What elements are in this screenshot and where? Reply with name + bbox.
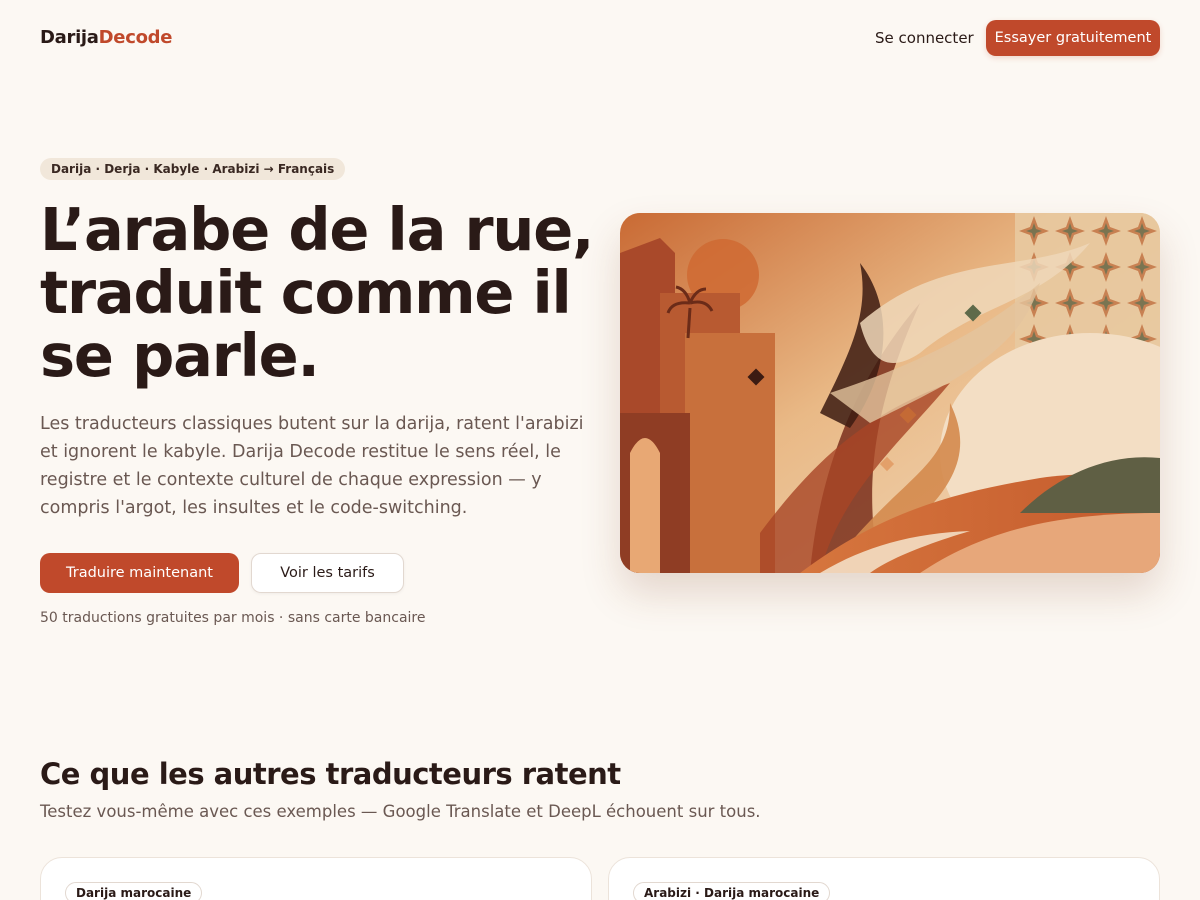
example-card[interactable]: Darija marocaine bbox=[40, 857, 592, 900]
hero-title: L’arabe de la rue, traduit comme il se p… bbox=[40, 195, 594, 390]
translate-now-button[interactable]: Traduire maintenant bbox=[40, 553, 239, 593]
section-subtitle: Testez vous-même avec ces exemples — Goo… bbox=[40, 802, 761, 821]
logo-part-1: Darija bbox=[40, 27, 99, 48]
section-title: Ce que les autres traducteurs ratent bbox=[40, 757, 621, 791]
hero-illustration bbox=[620, 213, 1160, 573]
card-language-tag: Darija marocaine bbox=[65, 882, 203, 900]
login-link[interactable]: Se connecter bbox=[875, 29, 974, 47]
logo[interactable]: DarijaDecode bbox=[40, 27, 172, 48]
languages-pill: Darija · Derja · Kabyle · Arabizi → Fran… bbox=[40, 158, 346, 180]
logo-part-2: Decode bbox=[98, 27, 173, 48]
free-tier-note: 50 traductions gratuites par mois · sans… bbox=[40, 610, 426, 626]
example-card[interactable]: Arabizi · Darija marocaine bbox=[608, 857, 1160, 900]
hero-description: Les traducteurs classiques butent sur la… bbox=[40, 414, 584, 518]
pricing-button[interactable]: Voir les tarifs bbox=[251, 553, 404, 593]
try-free-button[interactable]: Essayer gratuitement bbox=[986, 20, 1160, 56]
card-language-tag: Arabizi · Darija marocaine bbox=[633, 882, 831, 900]
